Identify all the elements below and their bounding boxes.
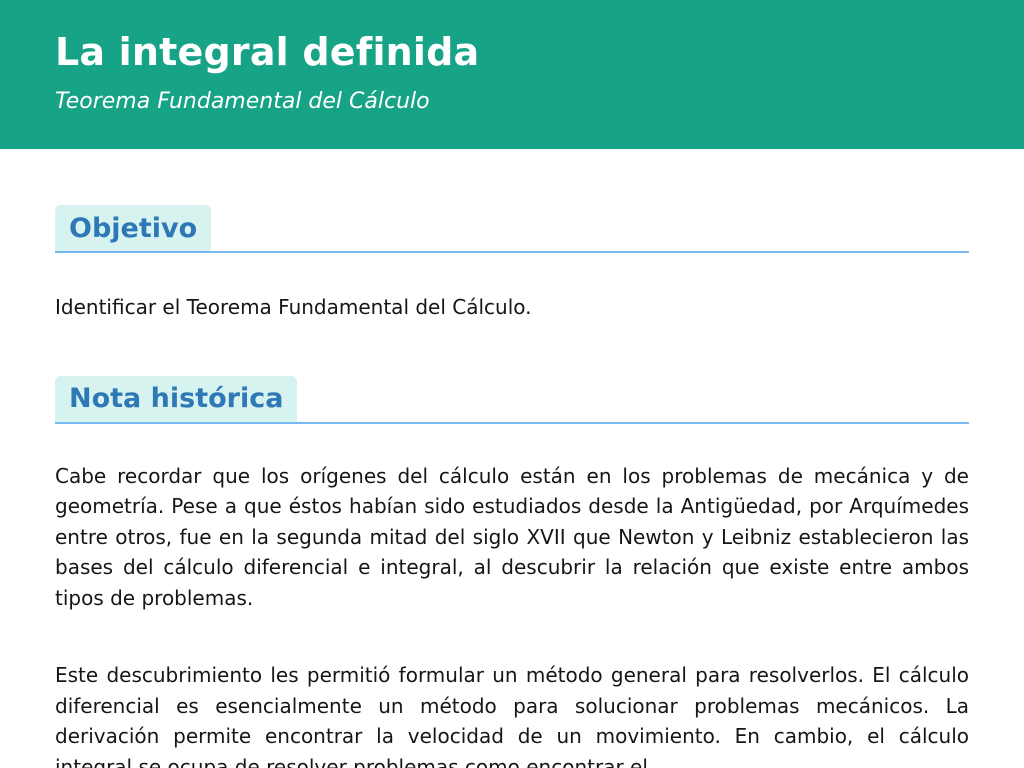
heading-tab-nota-historica: Nota histórica — [55, 375, 298, 422]
history-paragraph: Cabe recordar que los orígenes del cálcu… — [55, 463, 969, 610]
section-title: Objetivo — [69, 212, 198, 244]
section-objetivo: Objetivo Identificar el Teorema Fundamen… — [55, 204, 969, 323]
objective-paragraph: Identificar el Teorema Fundamental del C… — [55, 295, 532, 319]
page-title: La integral definida — [55, 30, 480, 74]
page-header: La integral definida Teorema Fundamental… — [0, 0, 1024, 149]
heading-tab-objetivo: Objetivo — [55, 205, 212, 251]
section-nota-historica: Nota histórica Cabe recordar que los orí… — [55, 375, 969, 768]
history-paragraph: Este descubrimiento les permitió formula… — [55, 663, 969, 768]
main-content: Objetivo Identificar el Teorema Fundamen… — [0, 204, 1024, 768]
section-heading-objetivo: Objetivo — [55, 204, 969, 253]
page-subtitle: Teorema Fundamental del Cálculo — [55, 89, 430, 114]
section-heading-nota-historica: Nota histórica — [55, 375, 969, 424]
section-title: Nota histórica — [69, 383, 284, 414]
